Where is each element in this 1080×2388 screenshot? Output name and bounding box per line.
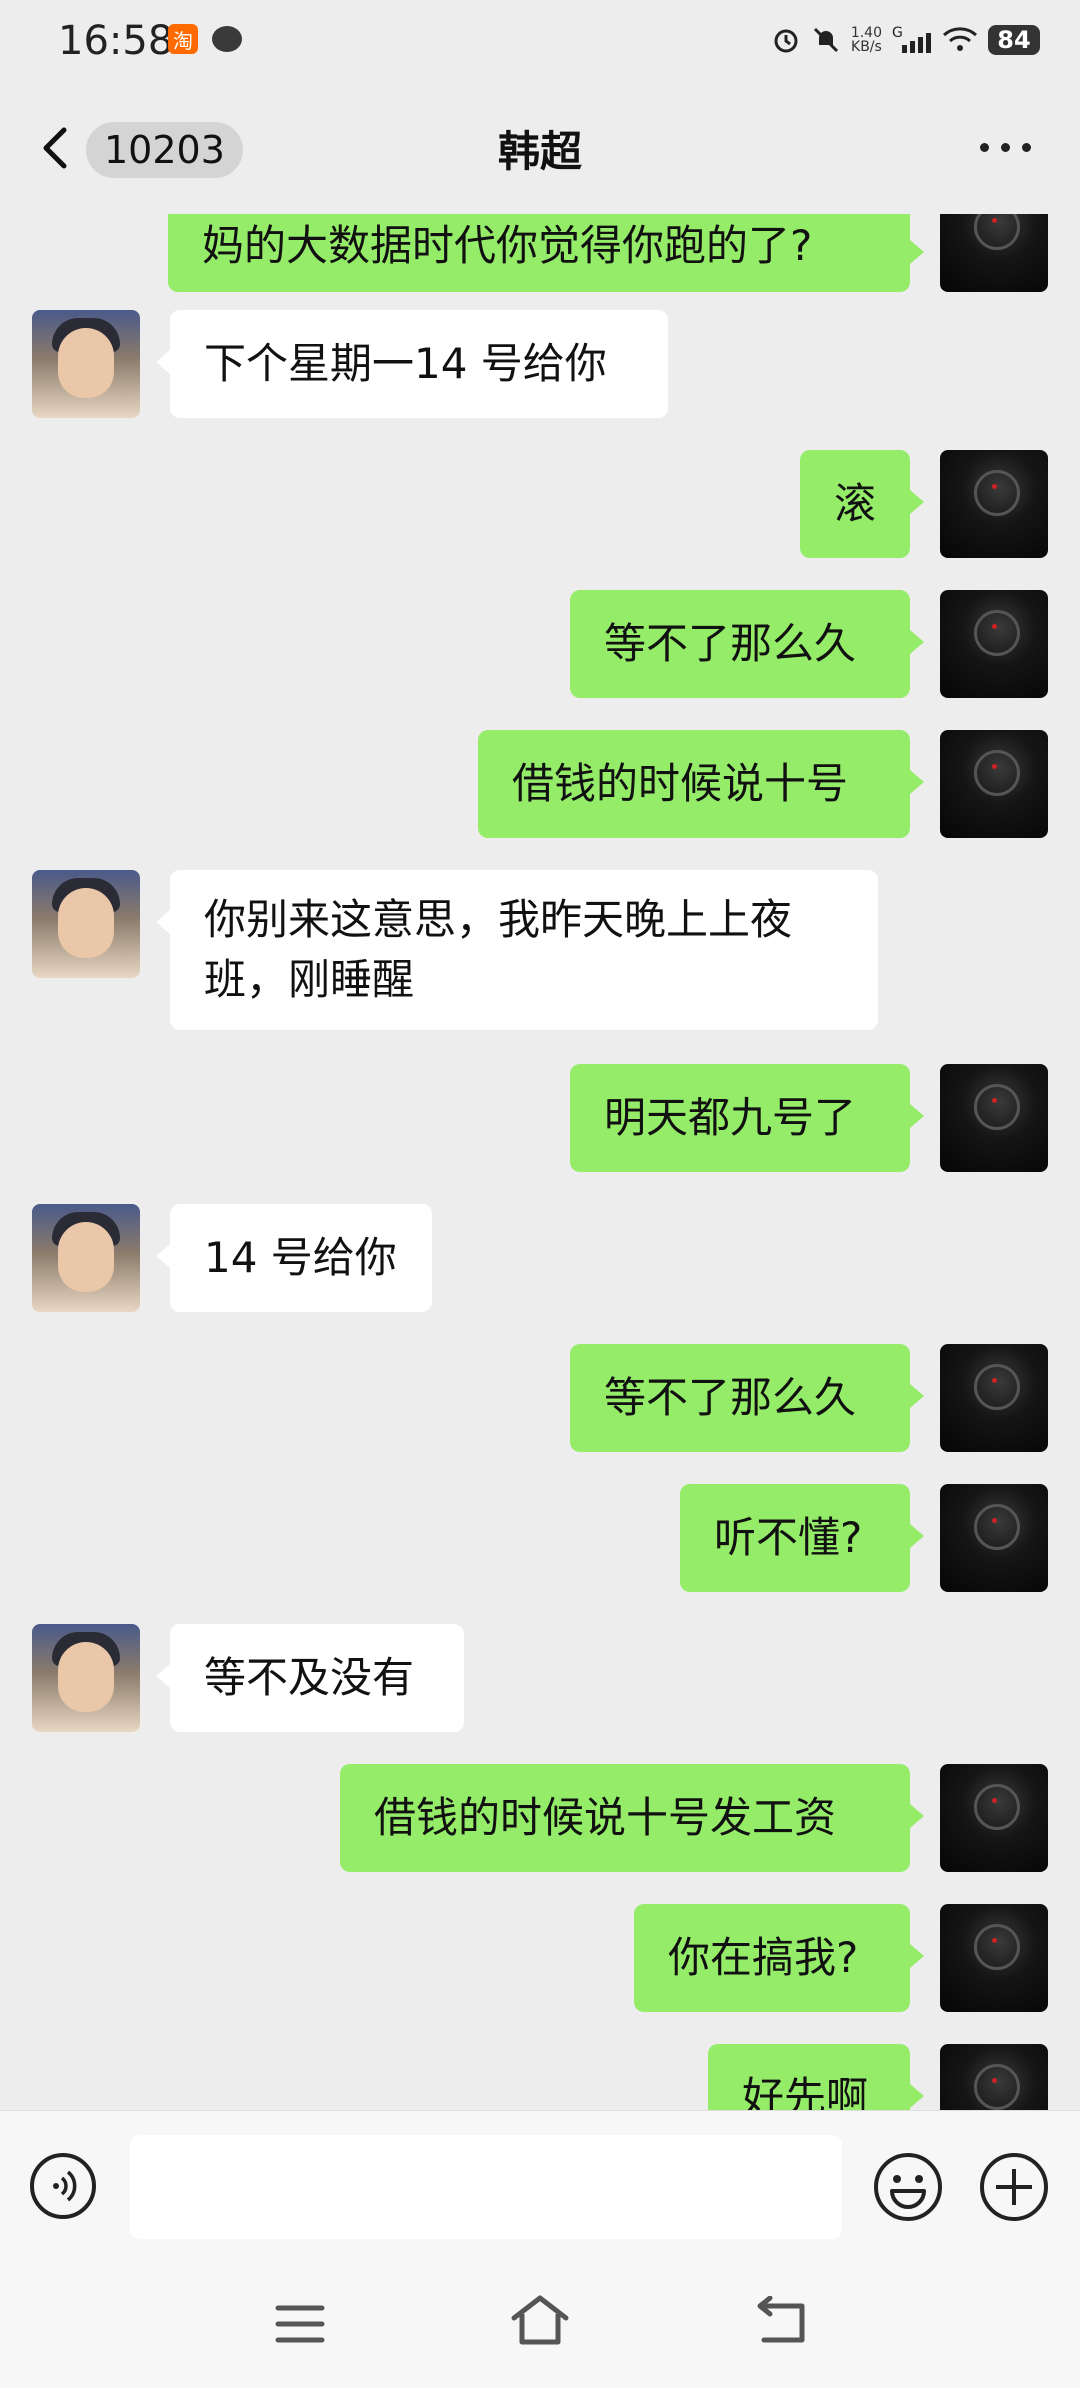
system-nav-bar xyxy=(0,2260,1080,2388)
self-avatar[interactable] xyxy=(940,1344,1048,1452)
nav-back-button[interactable] xyxy=(754,2295,808,2346)
message-input-bar xyxy=(0,2110,1080,2261)
message-bubble-self[interactable]: 借钱的时候说十号 xyxy=(478,730,924,838)
message-bubble-self[interactable]: 你在搞我? xyxy=(634,1904,924,2012)
status-indicators: 1.40 KB/s G 84 xyxy=(771,18,1040,62)
message-bubble-self[interactable]: 明天都九号了 xyxy=(570,1064,924,1172)
message-bubble-self[interactable]: 听不懂? xyxy=(680,1484,924,1592)
net-speed: 1.40 KB/s xyxy=(850,25,882,55)
message-bubble-self[interactable]: 等不了那么久 xyxy=(570,590,924,698)
message-bubble-self[interactable]: 等不了那么久 xyxy=(570,1344,924,1452)
self-avatar[interactable] xyxy=(940,730,1048,838)
plus-circle-icon xyxy=(980,2153,1048,2221)
message-bubble-contact[interactable]: 下个星期一14 号给你 xyxy=(156,310,668,418)
self-avatar[interactable] xyxy=(940,214,1048,292)
message-bubble-contact[interactable]: 14 号给你 xyxy=(156,1204,432,1312)
menu-icon xyxy=(275,2305,325,2343)
more-dot xyxy=(1022,142,1031,152)
network-type: G xyxy=(892,25,903,41)
alarm-icon xyxy=(771,25,801,55)
self-avatar[interactable] xyxy=(940,590,1048,698)
message-bubble-self[interactable]: 借钱的时候说十号发工资 xyxy=(340,1764,924,1872)
contact-avatar[interactable] xyxy=(32,310,140,418)
message-notification-icon xyxy=(212,26,242,52)
message-bubble-self[interactable]: 好先啊 xyxy=(708,2044,924,2110)
message-bubble-self[interactable]: 滚 xyxy=(800,450,924,558)
self-avatar[interactable] xyxy=(940,1484,1048,1592)
taobao-notification-icon: 淘 xyxy=(168,24,198,54)
contact-avatar[interactable] xyxy=(32,1624,140,1732)
more-dot xyxy=(1001,142,1010,152)
self-avatar[interactable] xyxy=(940,450,1048,558)
more-options-button[interactable] xyxy=(980,132,1040,162)
mute-icon xyxy=(811,25,841,55)
voice-input-button[interactable] xyxy=(30,2153,96,2219)
nav-home-button[interactable] xyxy=(510,2292,570,2348)
message-bubble-contact[interactable]: 你别来这意思，我昨天晚上上夜 班，刚睡醒 xyxy=(156,870,878,1030)
message-bubble-contact[interactable]: 等不及没有 xyxy=(156,1624,464,1732)
self-avatar[interactable] xyxy=(940,2044,1048,2110)
self-avatar[interactable] xyxy=(940,1764,1048,1872)
smiley-icon xyxy=(874,2153,942,2221)
contact-avatar[interactable] xyxy=(32,870,140,978)
message-input[interactable] xyxy=(130,2135,842,2239)
status-time: 16:58 xyxy=(58,18,174,64)
contact-avatar[interactable] xyxy=(32,1204,140,1312)
chat-messages[interactable]: 妈的大数据时代你觉得你跑的了? 下个星期一14 号给你 滚 等不了那么久 借钱的… xyxy=(0,214,1080,2110)
nav-menu-button[interactable] xyxy=(274,2300,326,2348)
self-avatar[interactable] xyxy=(940,1064,1048,1172)
back-arrow-icon xyxy=(757,2295,805,2343)
signal-icon: G xyxy=(892,25,932,55)
status-bar: 16:58 淘 1.40 KB/s G 84 xyxy=(0,0,1080,80)
more-functions-button[interactable] xyxy=(978,2151,1050,2223)
voice-icon xyxy=(53,2170,77,2202)
page-title: 韩超 xyxy=(497,127,582,176)
chat-header: 10203 韩超 xyxy=(0,80,1080,215)
more-dot xyxy=(980,142,989,152)
home-icon xyxy=(511,2295,569,2345)
self-avatar[interactable] xyxy=(940,1904,1048,2012)
message-bubble-self[interactable]: 妈的大数据时代你觉得你跑的了? xyxy=(168,214,924,292)
wifi-icon xyxy=(942,25,978,55)
emoji-button[interactable] xyxy=(872,2151,944,2223)
battery-icon: 84 xyxy=(988,25,1040,55)
